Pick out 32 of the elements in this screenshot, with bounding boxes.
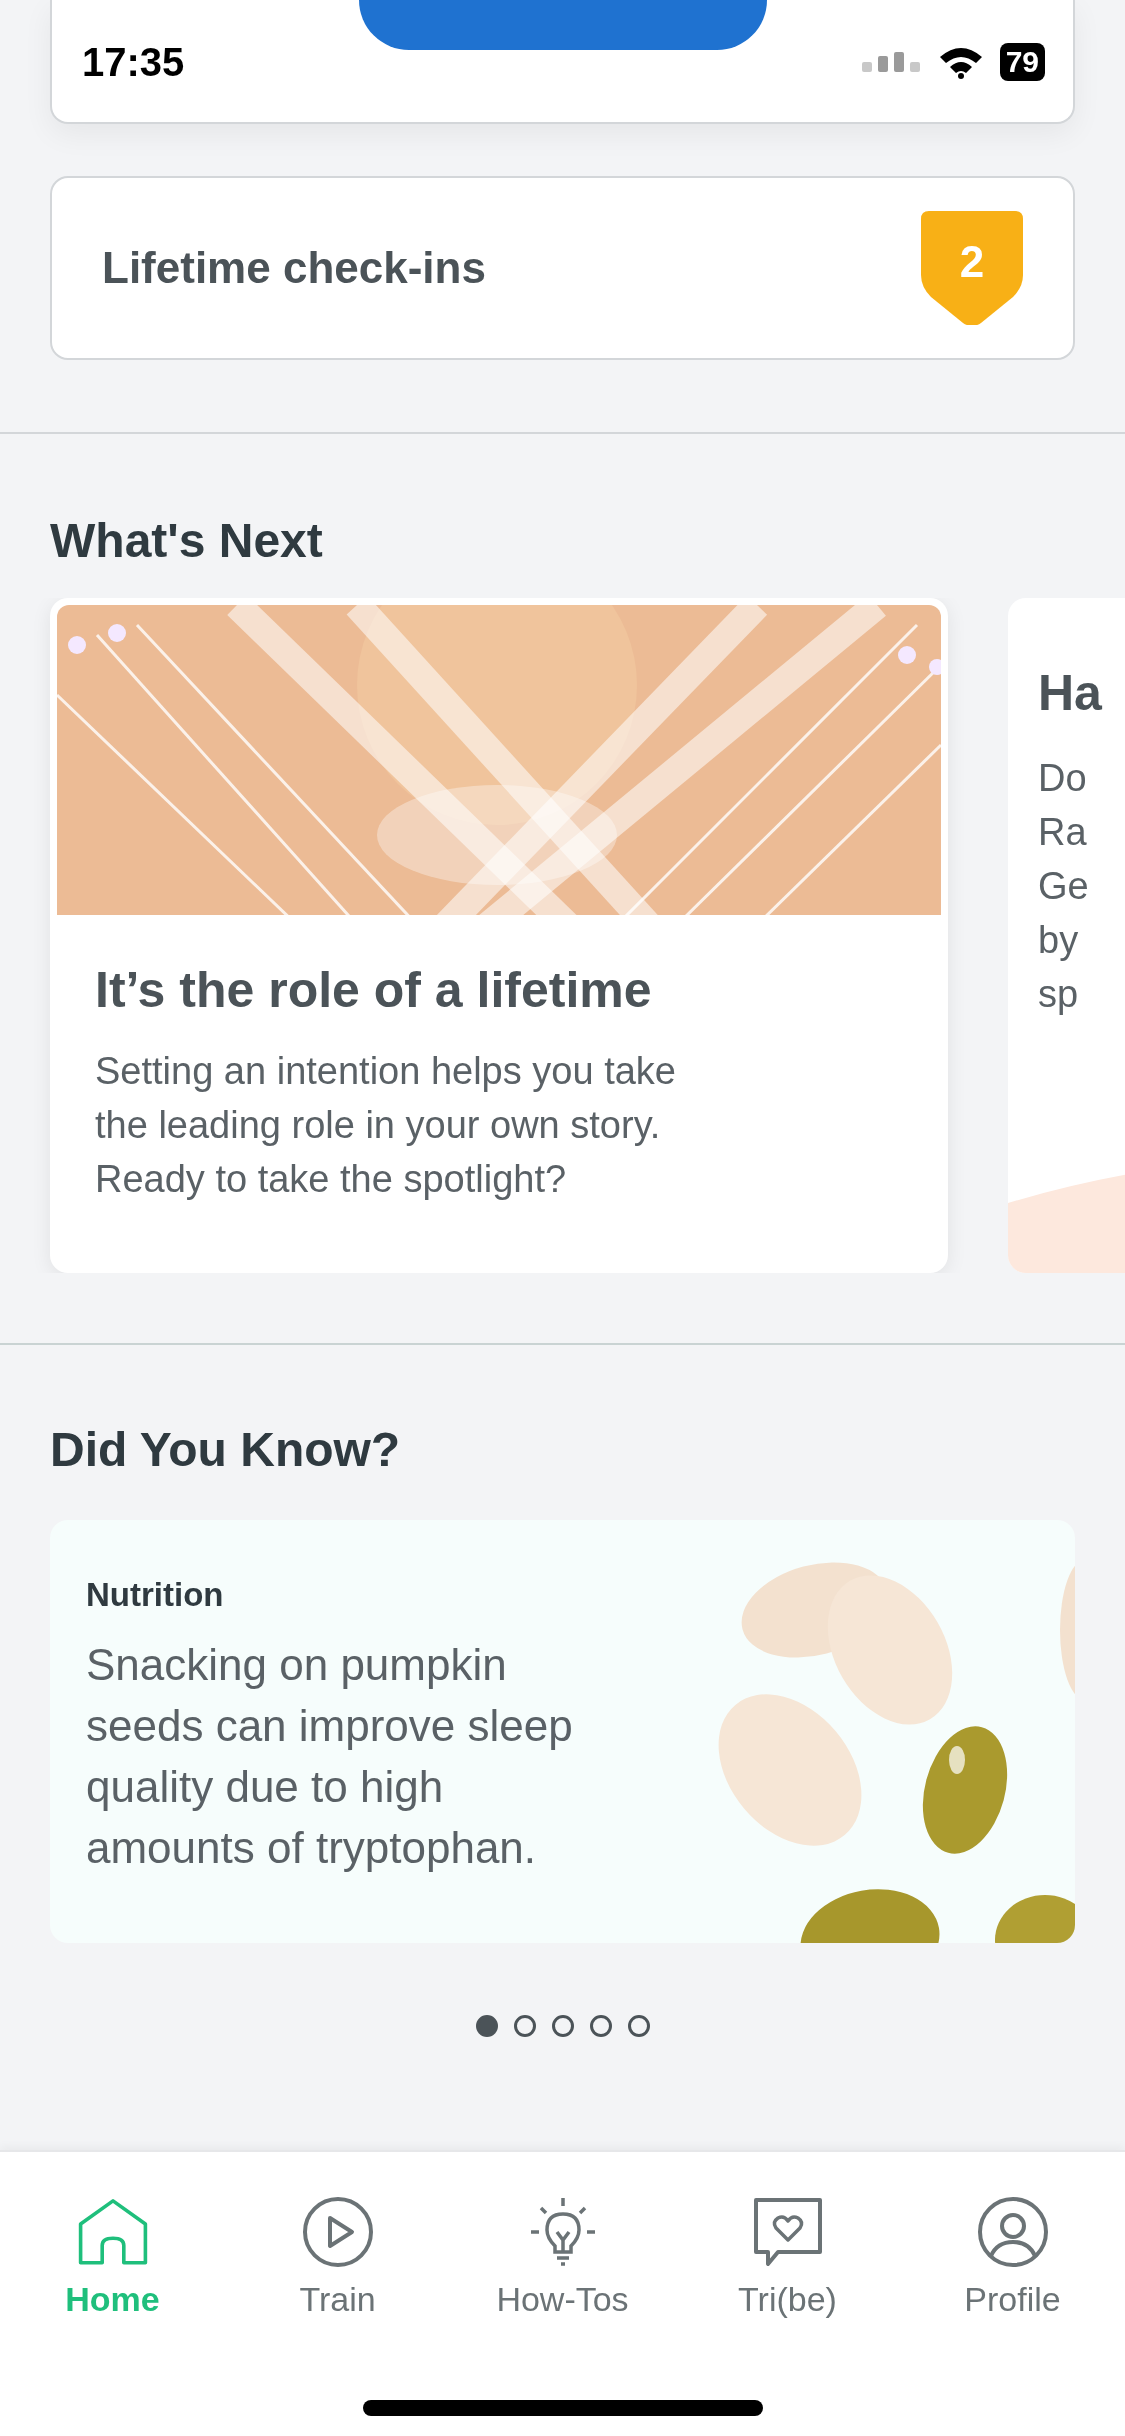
card-title: It’s the role of a lifetime <box>95 960 653 1020</box>
page-dot[interactable] <box>589 2015 612 2038</box>
tab-item[interactable]: How-Tos <box>472 2196 653 2325</box>
card-text-line: Ge <box>1038 863 1090 909</box>
battery-level: 79 <box>999 43 1045 81</box>
stat-label: Lifetime check-ins <box>102 242 486 294</box>
status-time: 17:35 <box>82 39 185 86</box>
content-card[interactable]: Ha Do Ra Ge by sp <box>1008 597 1125 1273</box>
card-title: Ha <box>1038 663 1103 723</box>
play-icon <box>301 2196 374 2268</box>
card-text-line: by <box>1038 917 1080 963</box>
tab-item[interactable]: Train <box>247 2196 428 2325</box>
page-dot[interactable] <box>513 2015 536 2038</box>
card-text-line: Ra <box>1038 809 1088 855</box>
page-dot[interactable] <box>627 2015 650 2038</box>
card-text-line: sp <box>1038 971 1080 1017</box>
signal-icon <box>861 50 922 74</box>
section-title: What's Next <box>50 513 324 569</box>
chat-heart-icon <box>751 2196 824 2268</box>
fact-category: Nutrition <box>86 1575 225 1616</box>
card-text-line: Do <box>1038 755 1088 801</box>
card-description: Setting an intention helps you take the leading role in your own story. Ready to take the spotlight? <box>95 1048 677 1202</box>
page-dot[interactable] <box>475 2015 498 2038</box>
content-card[interactable]: It’s the role of a lifetime Setting an intention helps you take the leading role in your own story. Ready to take the spotlight? <box>50 597 948 1273</box>
profile-icon <box>976 2196 1049 2268</box>
tab-item[interactable]: Tri(be) <box>697 2196 878 2325</box>
tab-item[interactable]: Profile <box>922 2196 1103 2325</box>
home-icon <box>76 2196 149 2268</box>
fact-text: Snacking on pumpkin seeds can improve sleep quality due to high amounts of tryptophan. <box>86 1638 574 1874</box>
shield-badge: 2 <box>921 211 1023 325</box>
section-title: Did You Know? <box>50 1421 402 1478</box>
page-dot[interactable] <box>551 2015 574 2038</box>
